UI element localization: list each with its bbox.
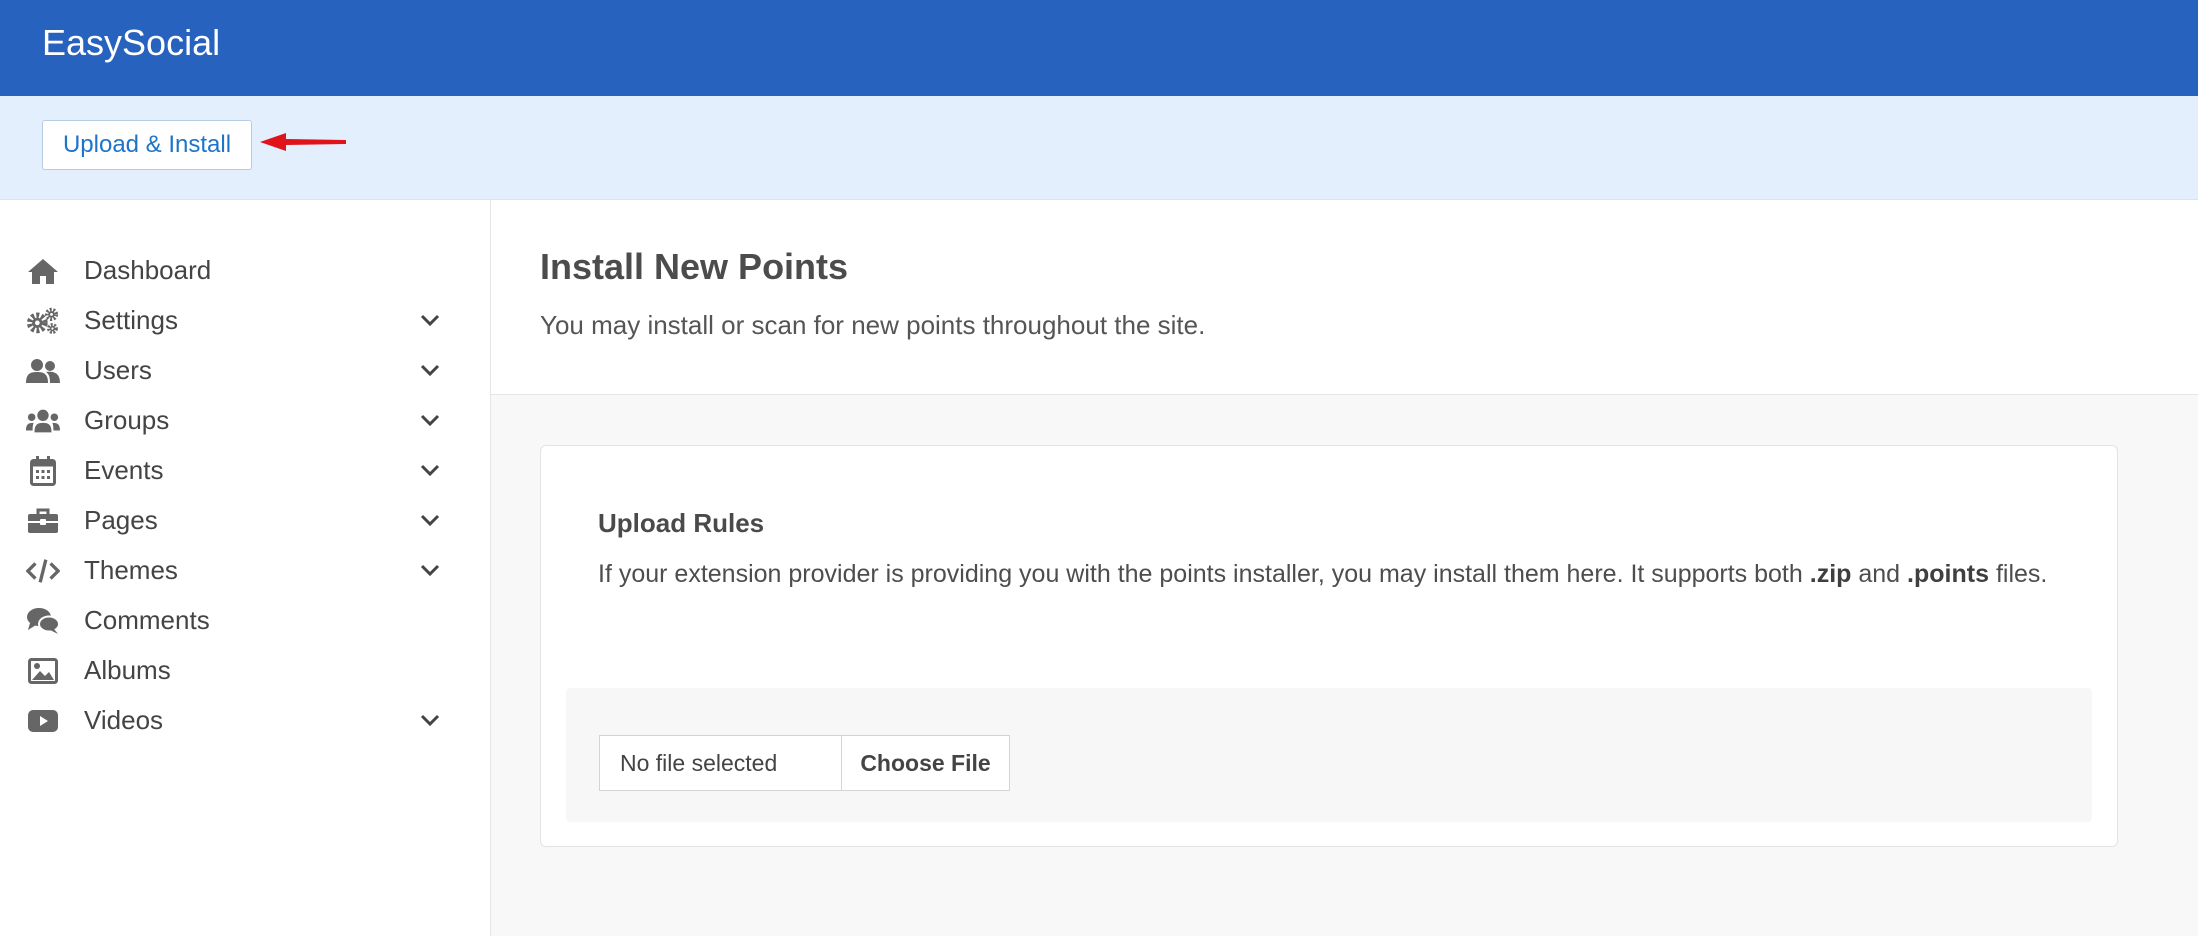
sidebar-item-label: Dashboard — [84, 255, 212, 285]
page-title: Install New Points — [540, 246, 849, 287]
file-upload-area: No file selected Choose File — [566, 688, 2092, 822]
zip-extension: .zip — [1809, 560, 1852, 588]
sidebar-item-label: Users — [84, 355, 152, 385]
sidebar: Dashboard Settings Users Groups Events P… — [0, 200, 491, 936]
toolbar: Upload & Install — [0, 96, 2198, 200]
code-icon — [26, 556, 60, 586]
chevron-down-icon[interactable] — [420, 413, 440, 427]
gears-icon — [26, 306, 60, 336]
page-subtitle: You may install or scan for new points t… — [540, 310, 1206, 340]
card-title: Upload Rules — [598, 508, 765, 538]
choose-file-button[interactable]: Choose File — [842, 736, 1009, 790]
page-header: Install New Points You may install or sc… — [491, 200, 2198, 395]
users-icon — [26, 356, 60, 386]
comments-icon — [26, 606, 60, 636]
chevron-down-icon[interactable] — [420, 713, 440, 727]
sidebar-item-label: Events — [84, 455, 164, 485]
desc-text: If your extension provider is providing … — [598, 560, 1803, 588]
calendar-icon — [26, 456, 60, 486]
group-icon — [26, 406, 60, 436]
sidebar-item-label: Groups — [84, 405, 170, 435]
chevron-down-icon[interactable] — [420, 363, 440, 377]
main-content: Install New Points You may install or sc… — [491, 200, 2198, 936]
file-input[interactable]: No file selected Choose File — [599, 735, 1010, 791]
top-header: EasySocial — [0, 0, 2198, 96]
sidebar-item-label: Albums — [84, 655, 171, 685]
sidebar-item-videos[interactable]: Videos — [0, 691, 490, 751]
home-icon — [26, 256, 60, 286]
sidebar-item-label: Pages — [84, 505, 158, 535]
card-description: If your extension provider is providing … — [598, 554, 2068, 594]
image-icon — [26, 656, 60, 686]
sidebar-item-label: Themes — [84, 555, 178, 585]
video-icon — [26, 706, 60, 736]
chevron-down-icon[interactable] — [420, 563, 440, 577]
chevron-down-icon[interactable] — [420, 313, 440, 327]
upload-rules-card: Upload Rules If your extension provider … — [540, 445, 2118, 847]
chevron-down-icon[interactable] — [420, 513, 440, 527]
file-status: No file selected — [600, 736, 842, 790]
upload-install-button[interactable]: Upload & Install — [42, 120, 252, 170]
annotation-arrow-icon — [260, 133, 346, 151]
sidebar-item-label: Settings — [84, 305, 178, 335]
app-brand[interactable]: EasySocial — [42, 22, 220, 64]
briefcase-icon — [26, 506, 60, 536]
chevron-down-icon[interactable] — [420, 463, 440, 477]
points-extension: .points — [1907, 560, 1989, 588]
desc-files: files. — [1995, 560, 2048, 588]
sidebar-item-label: Videos — [84, 705, 164, 735]
desc-and: and — [1858, 560, 1901, 588]
sidebar-item-label: Comments — [84, 605, 210, 635]
